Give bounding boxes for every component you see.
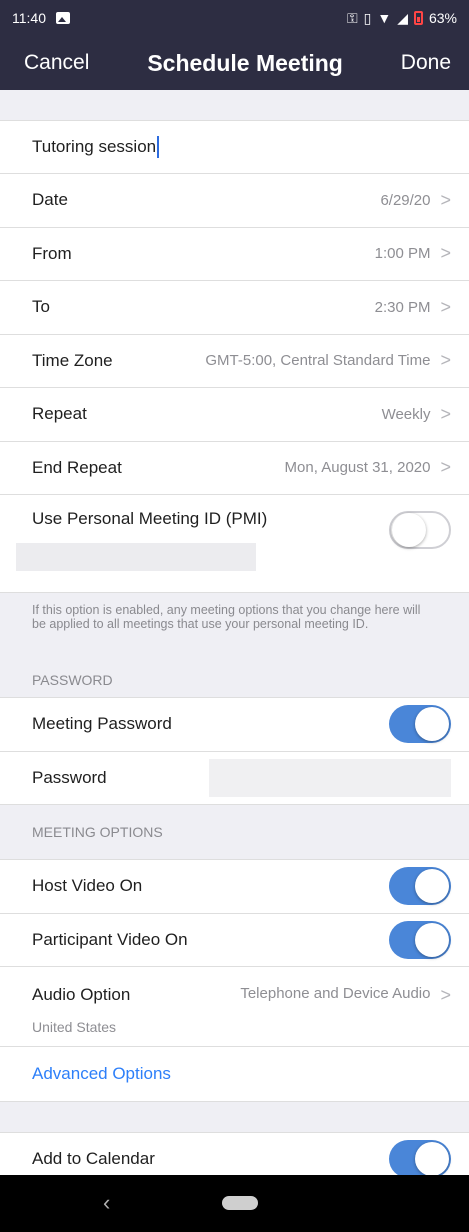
battery-icon: [413, 11, 423, 25]
repeat-value: Weekly: [381, 405, 431, 423]
password-label: Password: [32, 767, 107, 787]
add-to-calendar-label: Add to Calendar: [32, 1149, 155, 1169]
spacer: [0, 1102, 469, 1132]
participant-video-label: Participant Video On: [32, 929, 188, 949]
toggle-knob: [392, 513, 426, 547]
pmi-toggle[interactable]: [389, 511, 451, 549]
end-repeat-label: End Repeat: [32, 457, 122, 477]
date-row[interactable]: Date 6/29/20 >: [0, 174, 469, 228]
chevron-right-icon: >: [440, 403, 451, 424]
audio-option-row[interactable]: Audio Option United States Telephone and…: [0, 967, 469, 1047]
advanced-options-link[interactable]: Advanced Options: [0, 1047, 469, 1102]
audio-option-country: United States: [32, 1019, 117, 1035]
battery-percent: 63%: [428, 10, 457, 26]
chevron-right-icon: >: [440, 243, 451, 264]
signal-icon: ◢: [397, 9, 408, 26]
top-nav-bar: Cancel Schedule Meeting Done: [0, 36, 469, 90]
host-video-label: Host Video On: [32, 876, 143, 896]
to-value: 2:30 PM: [374, 298, 431, 316]
participant-video-toggle[interactable]: [389, 920, 451, 959]
to-label: To: [32, 297, 50, 317]
back-icon[interactable]: ‹: [103, 1190, 110, 1216]
audio-option-label: Audio Option: [32, 985, 131, 1004]
audio-option-value: Telephone and Device Audio: [240, 985, 431, 1002]
date-value: 6/29/20: [380, 191, 431, 209]
from-row[interactable]: From 1:00 PM >: [0, 228, 469, 281]
topic-text: Tutoring session: [32, 137, 157, 156]
meeting-password-row: Meeting Password: [0, 698, 469, 752]
status-bar: 11:40 ⚿ ▯ ▼ ◢ 63%: [0, 0, 469, 36]
to-row[interactable]: To 2:30 PM >: [0, 281, 469, 335]
password-section: Meeting Password Password: [0, 698, 469, 805]
chevron-right-icon: >: [440, 457, 451, 478]
end-repeat-row[interactable]: End Repeat Mon, August 31, 2020 >: [0, 442, 469, 495]
password-section-header: PASSWORD: [0, 663, 469, 698]
toggle-knob: [415, 922, 449, 957]
repeat-label: Repeat: [32, 404, 87, 424]
vibrate-icon: ▯: [363, 9, 372, 26]
meeting-password-toggle[interactable]: [389, 705, 451, 744]
password-row: Password: [0, 752, 469, 805]
chevron-right-icon: >: [440, 350, 451, 371]
text-cursor: [157, 136, 160, 158]
done-button[interactable]: Done: [401, 51, 451, 75]
pmi-redacted-area: [16, 543, 256, 571]
topic-input[interactable]: Tutoring session: [0, 120, 469, 174]
date-label: Date: [32, 190, 68, 210]
page-title: Schedule Meeting: [147, 49, 343, 76]
spacer: [0, 90, 469, 120]
chevron-right-icon: >: [440, 189, 451, 210]
chevron-right-icon: >: [440, 296, 451, 317]
chevron-right-icon: >: [440, 985, 451, 1005]
repeat-row[interactable]: Repeat Weekly >: [0, 388, 469, 442]
image-notification-icon: [56, 12, 70, 24]
password-field[interactable]: [209, 758, 451, 797]
end-repeat-value: Mon, August 31, 2020: [284, 459, 431, 477]
host-video-toggle[interactable]: [389, 867, 451, 906]
status-time: 11:40: [12, 10, 46, 26]
system-navigation-bar: ‹: [0, 1175, 469, 1232]
pmi-note: If this option is enabled, any meeting o…: [0, 593, 469, 663]
vpn-key-icon: ⚿: [346, 9, 358, 26]
host-video-row: Host Video On: [0, 860, 469, 914]
pmi-row: Use Personal Meeting ID (PMI): [0, 495, 469, 593]
toggle-knob: [415, 869, 449, 904]
meeting-password-label: Meeting Password: [32, 714, 172, 734]
wifi-icon: ▼: [377, 10, 392, 26]
home-pill-icon[interactable]: [222, 1196, 258, 1210]
from-label: From: [32, 243, 72, 263]
add-to-calendar-toggle[interactable]: [389, 1140, 451, 1179]
time-zone-row[interactable]: Time Zone GMT-5:00, Central Standard Tim…: [0, 335, 469, 388]
toggle-knob: [415, 707, 449, 742]
cancel-button[interactable]: Cancel: [24, 51, 89, 75]
meeting-options-header: MEETING OPTIONS: [0, 805, 469, 860]
from-value: 1:00 PM: [374, 245, 431, 263]
time-zone-label: Time Zone: [32, 350, 113, 370]
toggle-knob: [415, 1142, 449, 1177]
participant-video-row: Participant Video On: [0, 914, 469, 967]
schedule-section: Date 6/29/20 > From 1:00 PM > To 2:30 PM > …: [0, 174, 469, 495]
pmi-label: Use Personal Meeting ID (PMI): [32, 509, 268, 528]
time-zone-value: GMT-5:00, Central Standard Time: [205, 352, 431, 370]
meeting-options-section: Host Video On Participant Video On Audio…: [0, 860, 469, 1102]
